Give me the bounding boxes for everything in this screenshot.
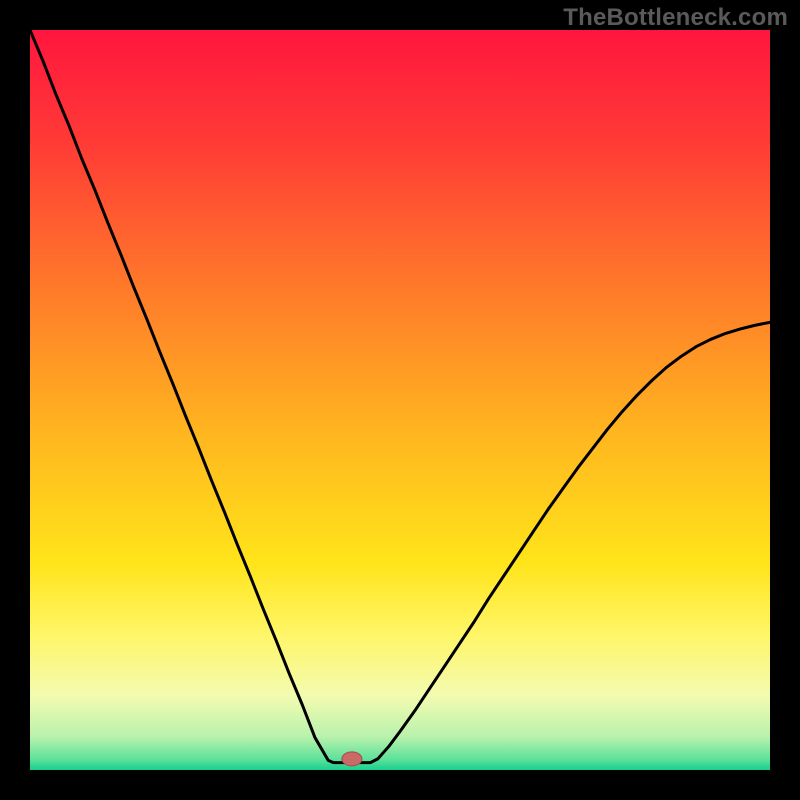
watermark-text: TheBottleneck.com [563, 4, 788, 32]
chart-svg [30, 30, 770, 770]
heat-background [30, 30, 770, 770]
optimal-point-marker [342, 752, 362, 766]
plot-area [30, 30, 770, 770]
chart-frame: TheBottleneck.com [0, 0, 800, 800]
